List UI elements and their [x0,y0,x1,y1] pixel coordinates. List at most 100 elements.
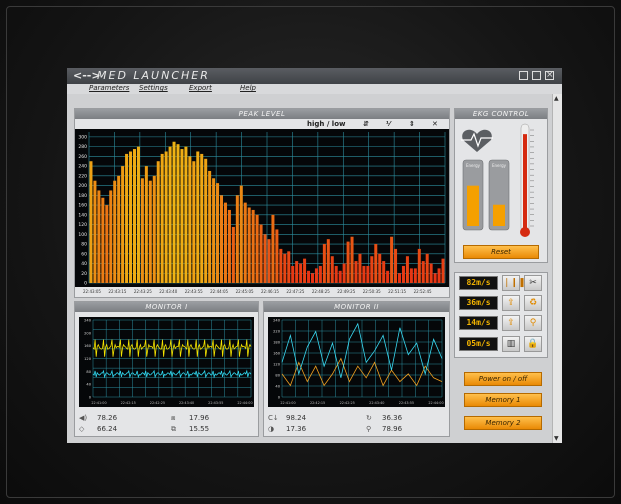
peak-bar [374,244,378,283]
peak-bar [148,180,152,283]
swap-icon[interactable]: ⇵ [363,120,369,128]
memory-1-button[interactable]: Memory 1 [464,393,542,407]
y-tick: 0 [89,396,92,400]
title-bar: <--> MED LAUNCHER × [67,68,562,84]
memory-2-button[interactable]: Memory 2 [464,416,542,430]
peak-y-tick: 160 [78,203,87,209]
y-tick: 40 [86,383,91,387]
vertical-scrollbar[interactable]: ▲ ▼ [552,94,562,443]
peak-bar [299,263,303,283]
upload-icon[interactable]: ⇪ [502,295,520,311]
peak-bar [295,261,299,283]
refresh-icon: ↻ [366,414,372,422]
peak-bar [322,244,326,283]
y-tick: 40 [275,385,280,389]
y-tick: 120 [273,363,281,367]
peak-bar [125,153,129,283]
close-chart-icon[interactable]: ✕ [432,120,438,128]
search-icon: ⚲ [366,425,372,433]
peak-bar [362,265,366,283]
peak-x-tick: 22:49:25 [337,289,356,294]
peak-bar [437,268,441,283]
speed-display-3: 14m/s [459,316,498,330]
peak-bar [235,195,239,283]
peak-bar [168,146,172,283]
peak-bar [231,226,235,283]
peak-bar [398,273,402,283]
equalizer-icon[interactable]: ❘❙❚ [502,275,526,291]
peak-y-tick: 0 [84,281,87,287]
reset-button[interactable]: Reset [463,245,539,259]
menu-parameters[interactable]: Parameters [89,84,129,92]
monitor-1-value-3: 66.24 [97,425,118,433]
peak-y-tick: 80 [81,242,87,248]
thermometer-bulb [520,227,530,237]
peak-bar [176,144,180,283]
power-button[interactable]: Power on / off [464,372,542,386]
x-tick: 22:42:25 [150,401,165,405]
peak-x-tick: 22:48:25 [311,289,330,294]
x-tick: 22:42:15 [121,401,136,405]
peak-bar [413,268,417,283]
sort-icon[interactable]: ⇕ [409,120,415,128]
peak-bar [441,258,445,283]
maximize-button[interactable] [532,71,541,80]
peak-bar-chart: 0 20 40 60 80 100 120 140 160 180 200 220 240 260 280 3… [78,132,446,287]
peak-bar [196,151,200,283]
scroll-down-icon[interactable]: ▼ [554,435,559,442]
x-tick: 22:42:15 [310,401,325,405]
peak-bar [401,265,405,283]
lock-icon[interactable]: 🔒 [524,336,542,352]
x-tick: 22:42:25 [340,401,355,405]
peak-bar [417,248,421,283]
monitor-1-chart-area: 240 200 160 120 80 40 0 22:41:00 22:42:15 22:42:2… [79,317,254,407]
menu-export[interactable]: Export [189,84,212,92]
monitor-1-value-1: 78.26 [97,414,118,422]
peak-bar [180,149,184,283]
high-low-toggle[interactable]: high / low [307,120,345,128]
monitor-1-panel: MONITOR I 240 200 160 120 80 40 0 22:41:00 22:42… [74,301,259,437]
peak-bar [132,149,136,283]
heart-icon [462,129,492,152]
y-tick: 240 [273,319,281,323]
peak-bar [255,214,259,283]
scissors-icon[interactable]: ✂ [524,275,542,291]
magnifier-icon[interactable]: ⚲ [524,315,542,331]
peak-bar [113,180,117,283]
help-window-button[interactable] [519,71,528,80]
y-tick: 240 [84,319,92,323]
peak-bar [310,273,314,283]
peak-bar [93,180,97,283]
peak-bar [152,175,156,283]
energy-1-fill [467,185,479,226]
peak-bar [271,214,275,283]
peak-bar [275,229,279,283]
peak-level-title: PEAK LEVEL [75,109,449,119]
peak-y-tick: 200 [78,183,87,189]
close-button[interactable]: × [545,71,554,80]
x-tick: 22:43:40 [369,401,384,405]
peak-y-tick: 60 [81,251,87,257]
peak-bar [307,270,311,283]
menu-settings[interactable]: Settings [139,84,168,92]
speed-control-panel: 82m/s 36m/s 14m/s 05m/s ❘❙❚ ✂ ⇪ ♻ ⇪ ⚲ ▥ … [454,272,548,358]
fraction-icon[interactable]: ⅟ [386,120,390,128]
peak-bar [121,166,125,283]
menu-help[interactable]: Help [240,84,256,92]
peak-bar [136,146,140,283]
energy-1-label: Energy [466,163,481,168]
scroll-up-icon[interactable]: ▲ [554,95,559,102]
upload-icon[interactable]: ⇪ [502,315,520,331]
x-tick: 22:41:00 [91,401,106,405]
recycle-icon[interactable]: ♻ [524,295,542,311]
peak-bar [105,205,109,283]
peak-x-tick: 22:44:05 [210,289,229,294]
barcode-icon[interactable]: ▥ [502,336,520,352]
peak-bar [204,158,208,283]
x-tick: 22:43:55 [399,401,414,405]
peak-bar [263,234,267,283]
peak-bar [223,202,227,283]
peak-bar [117,175,121,283]
monitor-1-waveform: 240 200 160 120 80 40 022:41:00 22:42:15 22:42:2… [84,319,252,406]
c-arrow-icon: C↓ [268,414,279,422]
